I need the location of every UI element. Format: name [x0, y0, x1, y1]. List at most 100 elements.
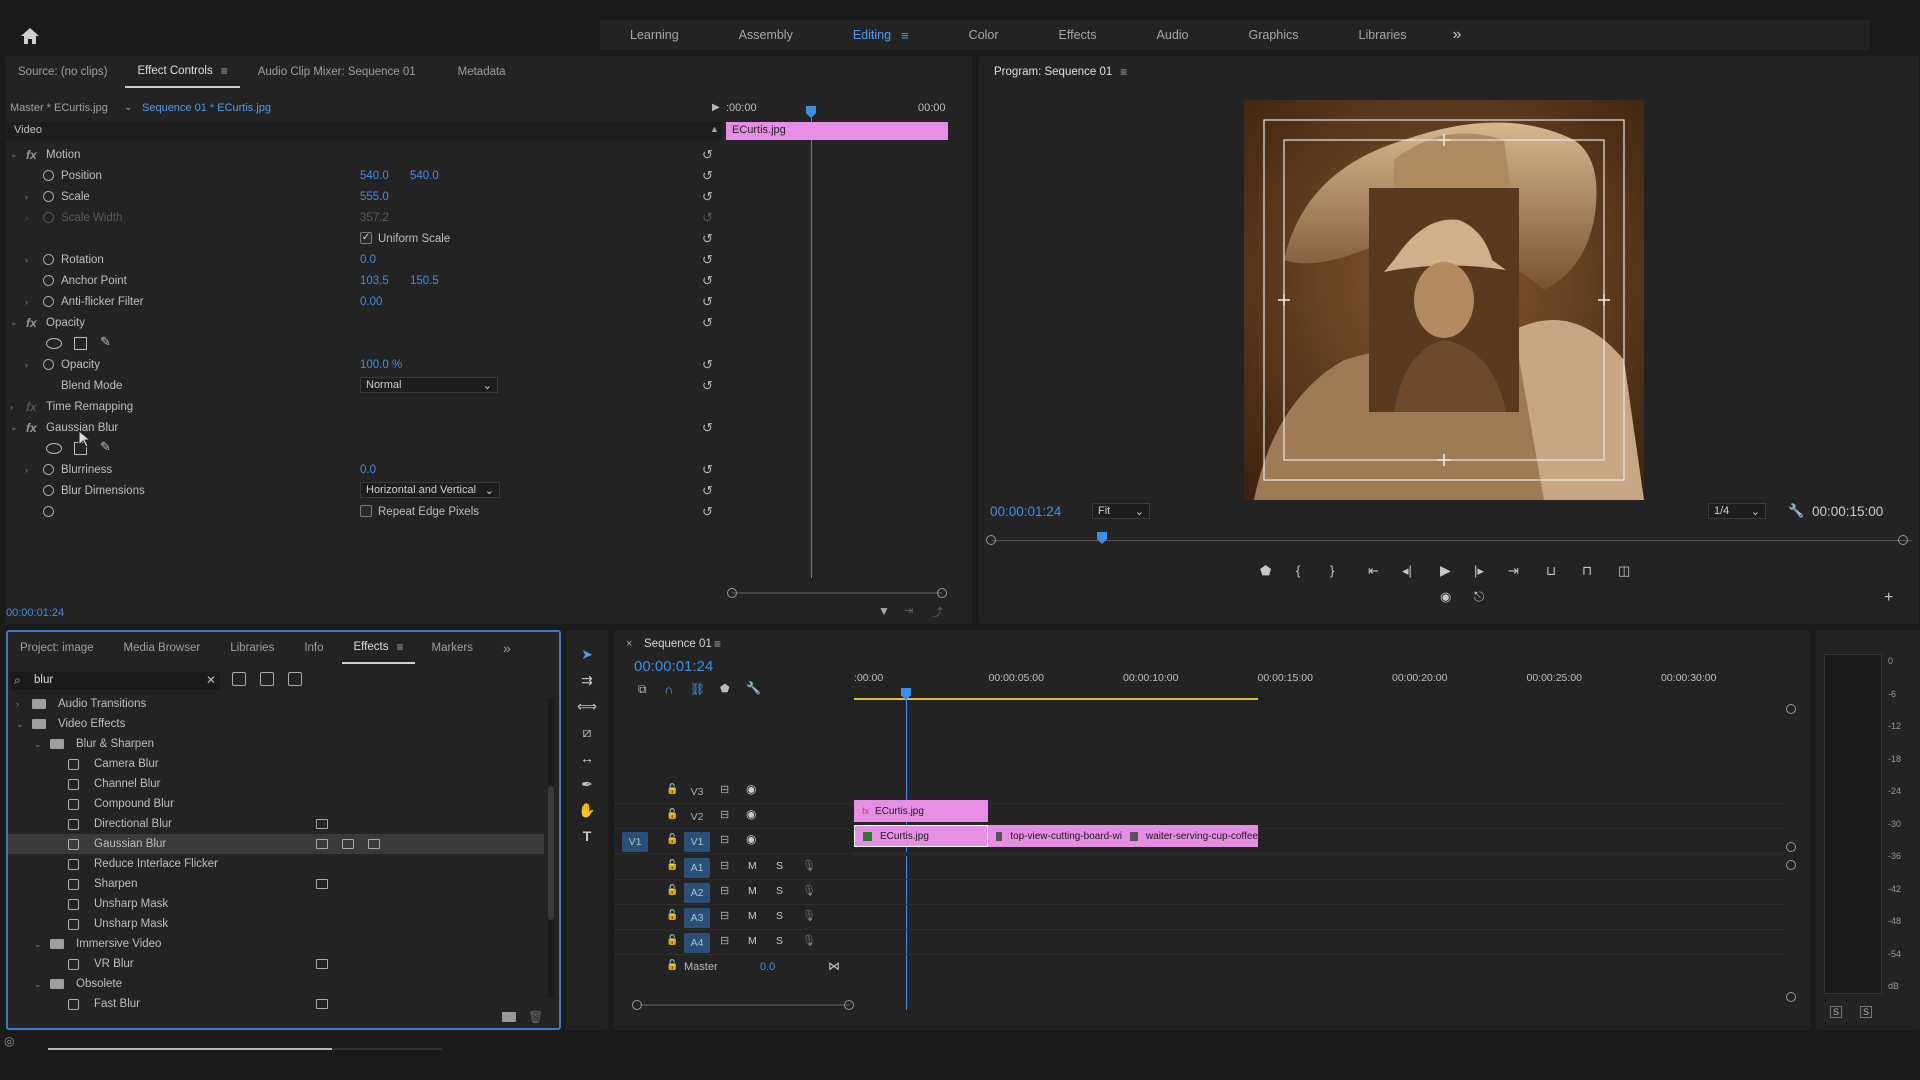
chevron-down-icon[interactable]: ⌄ [10, 149, 18, 160]
camera-icon[interactable]: ◉ [1440, 589, 1451, 605]
fit-dropdown[interactable]: Fit ⌄ [1092, 503, 1150, 519]
tree-item[interactable]: ⌄ Video Effects [8, 714, 544, 734]
track-target-a1[interactable]: A1 [684, 858, 710, 878]
sync-lock-icon[interactable]: ⊟ [720, 833, 729, 846]
accelerated-effects-icon[interactable] [232, 672, 246, 686]
reset-icon[interactable]: ↺ [702, 420, 713, 436]
rectangle-mask-icon[interactable] [74, 337, 87, 350]
tree-item[interactable]: ⌄ Obsolete [8, 974, 544, 994]
mark-out-icon[interactable]: } [1330, 563, 1334, 578]
mute-button[interactable]: M [748, 885, 757, 897]
blend-mode-dropdown[interactable]: Normal ⌄ [360, 377, 498, 393]
tree-item[interactable]: Unsharp Mask [8, 894, 544, 914]
tab-media-browser[interactable]: Media Browser [112, 632, 213, 664]
ec-zoom-handle-left[interactable] [727, 588, 737, 598]
ec-clip-bar[interactable]: ECurtis.jpg [726, 122, 948, 140]
blur-dimensions-dropdown[interactable]: Horizontal and Vertical ⌄ [360, 482, 500, 498]
lock-icon[interactable]: 🔓 [666, 860, 678, 871]
chevron-right-icon[interactable]: › [25, 360, 28, 370]
chevron-down-icon[interactable]: ⌄ [34, 979, 42, 990]
scale-value[interactable]: 555.0 [360, 191, 389, 203]
clear-search-icon[interactable]: ✕ [206, 673, 216, 687]
slip-tool-icon[interactable]: ↔ [576, 750, 598, 772]
more-panels-icon[interactable]: » [491, 632, 523, 664]
stopwatch-icon[interactable] [43, 464, 54, 475]
lock-icon[interactable]: 🔓 [666, 910, 678, 921]
eye-icon[interactable]: ◉ [746, 782, 756, 796]
pen-mask-icon[interactable]: ✎ [100, 334, 111, 350]
chevron-right-icon[interactable]: › [10, 402, 13, 412]
anchor-x-value[interactable]: 103.5 [360, 275, 389, 287]
solo-right-button[interactable]: S [1860, 1006, 1872, 1018]
workspace-assembly[interactable]: Assembly [709, 20, 823, 50]
home-icon[interactable] [18, 24, 42, 48]
solo-button[interactable]: S [776, 910, 783, 922]
program-playhead[interactable] [1097, 532, 1107, 544]
reset-icon[interactable]: ↺ [702, 168, 713, 184]
clip-v2-ecurtis[interactable]: fx ECurtis.jpg [854, 800, 988, 822]
workspace-audio[interactable]: Audio [1127, 20, 1219, 50]
razor-tool-icon[interactable]: ⧄ [576, 724, 598, 746]
ec-zoom-handle-right[interactable] [937, 588, 947, 598]
mark-in-icon[interactable]: { [1296, 563, 1300, 578]
hamburger-icon[interactable]: ≡ [901, 28, 909, 43]
tree-item[interactable]: ⌄ Blur & Sharpen [8, 734, 544, 754]
stopwatch-icon[interactable] [43, 275, 54, 286]
program-zoom-left[interactable] [986, 535, 996, 545]
opacity-value[interactable]: 100.0 % [360, 359, 402, 371]
blurriness-value[interactable]: 0.0 [360, 464, 376, 476]
hand-tool-icon[interactable]: ✋ [576, 802, 598, 824]
tab-program[interactable]: Program: Sequence 01 ≡ [982, 56, 1139, 88]
timeline-zoom-left[interactable] [632, 1000, 642, 1010]
tab-markers[interactable]: Markers [419, 632, 485, 664]
program-timeline-bar[interactable] [992, 540, 1912, 541]
play-icon[interactable]: ▶ [1440, 562, 1451, 579]
sync-lock-icon[interactable]: ⊟ [720, 808, 729, 821]
effects-scrollbar[interactable] [548, 698, 554, 998]
hamburger-icon[interactable]: ≡ [221, 64, 228, 78]
fx-icon[interactable]: fx [26, 316, 37, 330]
export-icon[interactable]: ⇥ [904, 604, 913, 617]
tree-item[interactable]: Fast Blur [8, 994, 544, 1014]
chevron-down-icon[interactable]: ⌄ [10, 317, 18, 328]
tab-project[interactable]: Project: image [8, 632, 106, 664]
tab-audio-clip-mixer[interactable]: Audio Clip Mixer: Sequence 01 [246, 56, 428, 88]
mute-button[interactable]: M [748, 860, 757, 872]
fx-icon[interactable]: fx [26, 421, 37, 435]
reset-icon[interactable]: ↺ [702, 231, 713, 247]
tree-item[interactable]: Reduce Interlace Flicker [8, 854, 544, 874]
reset-icon[interactable]: ↺ [702, 189, 713, 205]
fx-icon[interactable]: fx [26, 148, 37, 162]
track-target-a2[interactable]: A2 [684, 883, 710, 903]
reset-icon[interactable]: ↺ [702, 483, 713, 499]
sequence-clip-label[interactable]: Sequence 01 * ECurtis.jpg [142, 102, 271, 114]
position-y-value[interactable]: 540.0 [410, 170, 439, 182]
tree-item[interactable]: Directional Blur [8, 814, 544, 834]
anchor-y-value[interactable]: 150.5 [410, 275, 439, 287]
ec-timecode[interactable]: 00:00:01:24 [6, 607, 64, 619]
reset-icon[interactable]: ↺ [702, 252, 713, 268]
clip-v1-cutting-board[interactable]: top-view-cutting-board-wi [988, 825, 1122, 847]
pen-mask-icon[interactable]: ✎ [100, 439, 111, 455]
sync-lock-icon[interactable]: ⊟ [720, 783, 729, 796]
lock-icon[interactable]: 🔓 [666, 834, 678, 845]
chevron-down-icon[interactable]: ⌄ [124, 102, 132, 113]
ripple-edit-icon[interactable]: ⟺ [576, 698, 598, 720]
hamburger-icon[interactable]: ≡ [396, 640, 403, 654]
source-patch-v1[interactable]: V1 [622, 832, 648, 852]
go-to-in-icon[interactable]: ⇤ [1368, 563, 1379, 579]
search-input[interactable]: blur [34, 674, 53, 686]
program-video-frame[interactable] [1244, 100, 1644, 500]
lift-icon[interactable]: ⊔ [1546, 563, 1556, 579]
microphone-icon[interactable]: 🎙 [802, 884, 816, 897]
tree-item[interactable]: Gaussian Blur [8, 834, 544, 854]
lock-icon[interactable]: 🔓 [666, 809, 678, 820]
master-volume-value[interactable]: 0.0 [760, 961, 775, 973]
stopwatch-icon[interactable] [43, 191, 54, 202]
tab-metadata[interactable]: Metadata [446, 56, 518, 88]
reset-icon[interactable]: ↺ [702, 315, 713, 331]
microphone-icon[interactable]: 🎙 [802, 934, 816, 947]
workspace-color[interactable]: Color [939, 20, 1029, 50]
yuv-effects-icon[interactable] [288, 672, 302, 686]
filter-icon[interactable]: ▼ [878, 604, 890, 618]
